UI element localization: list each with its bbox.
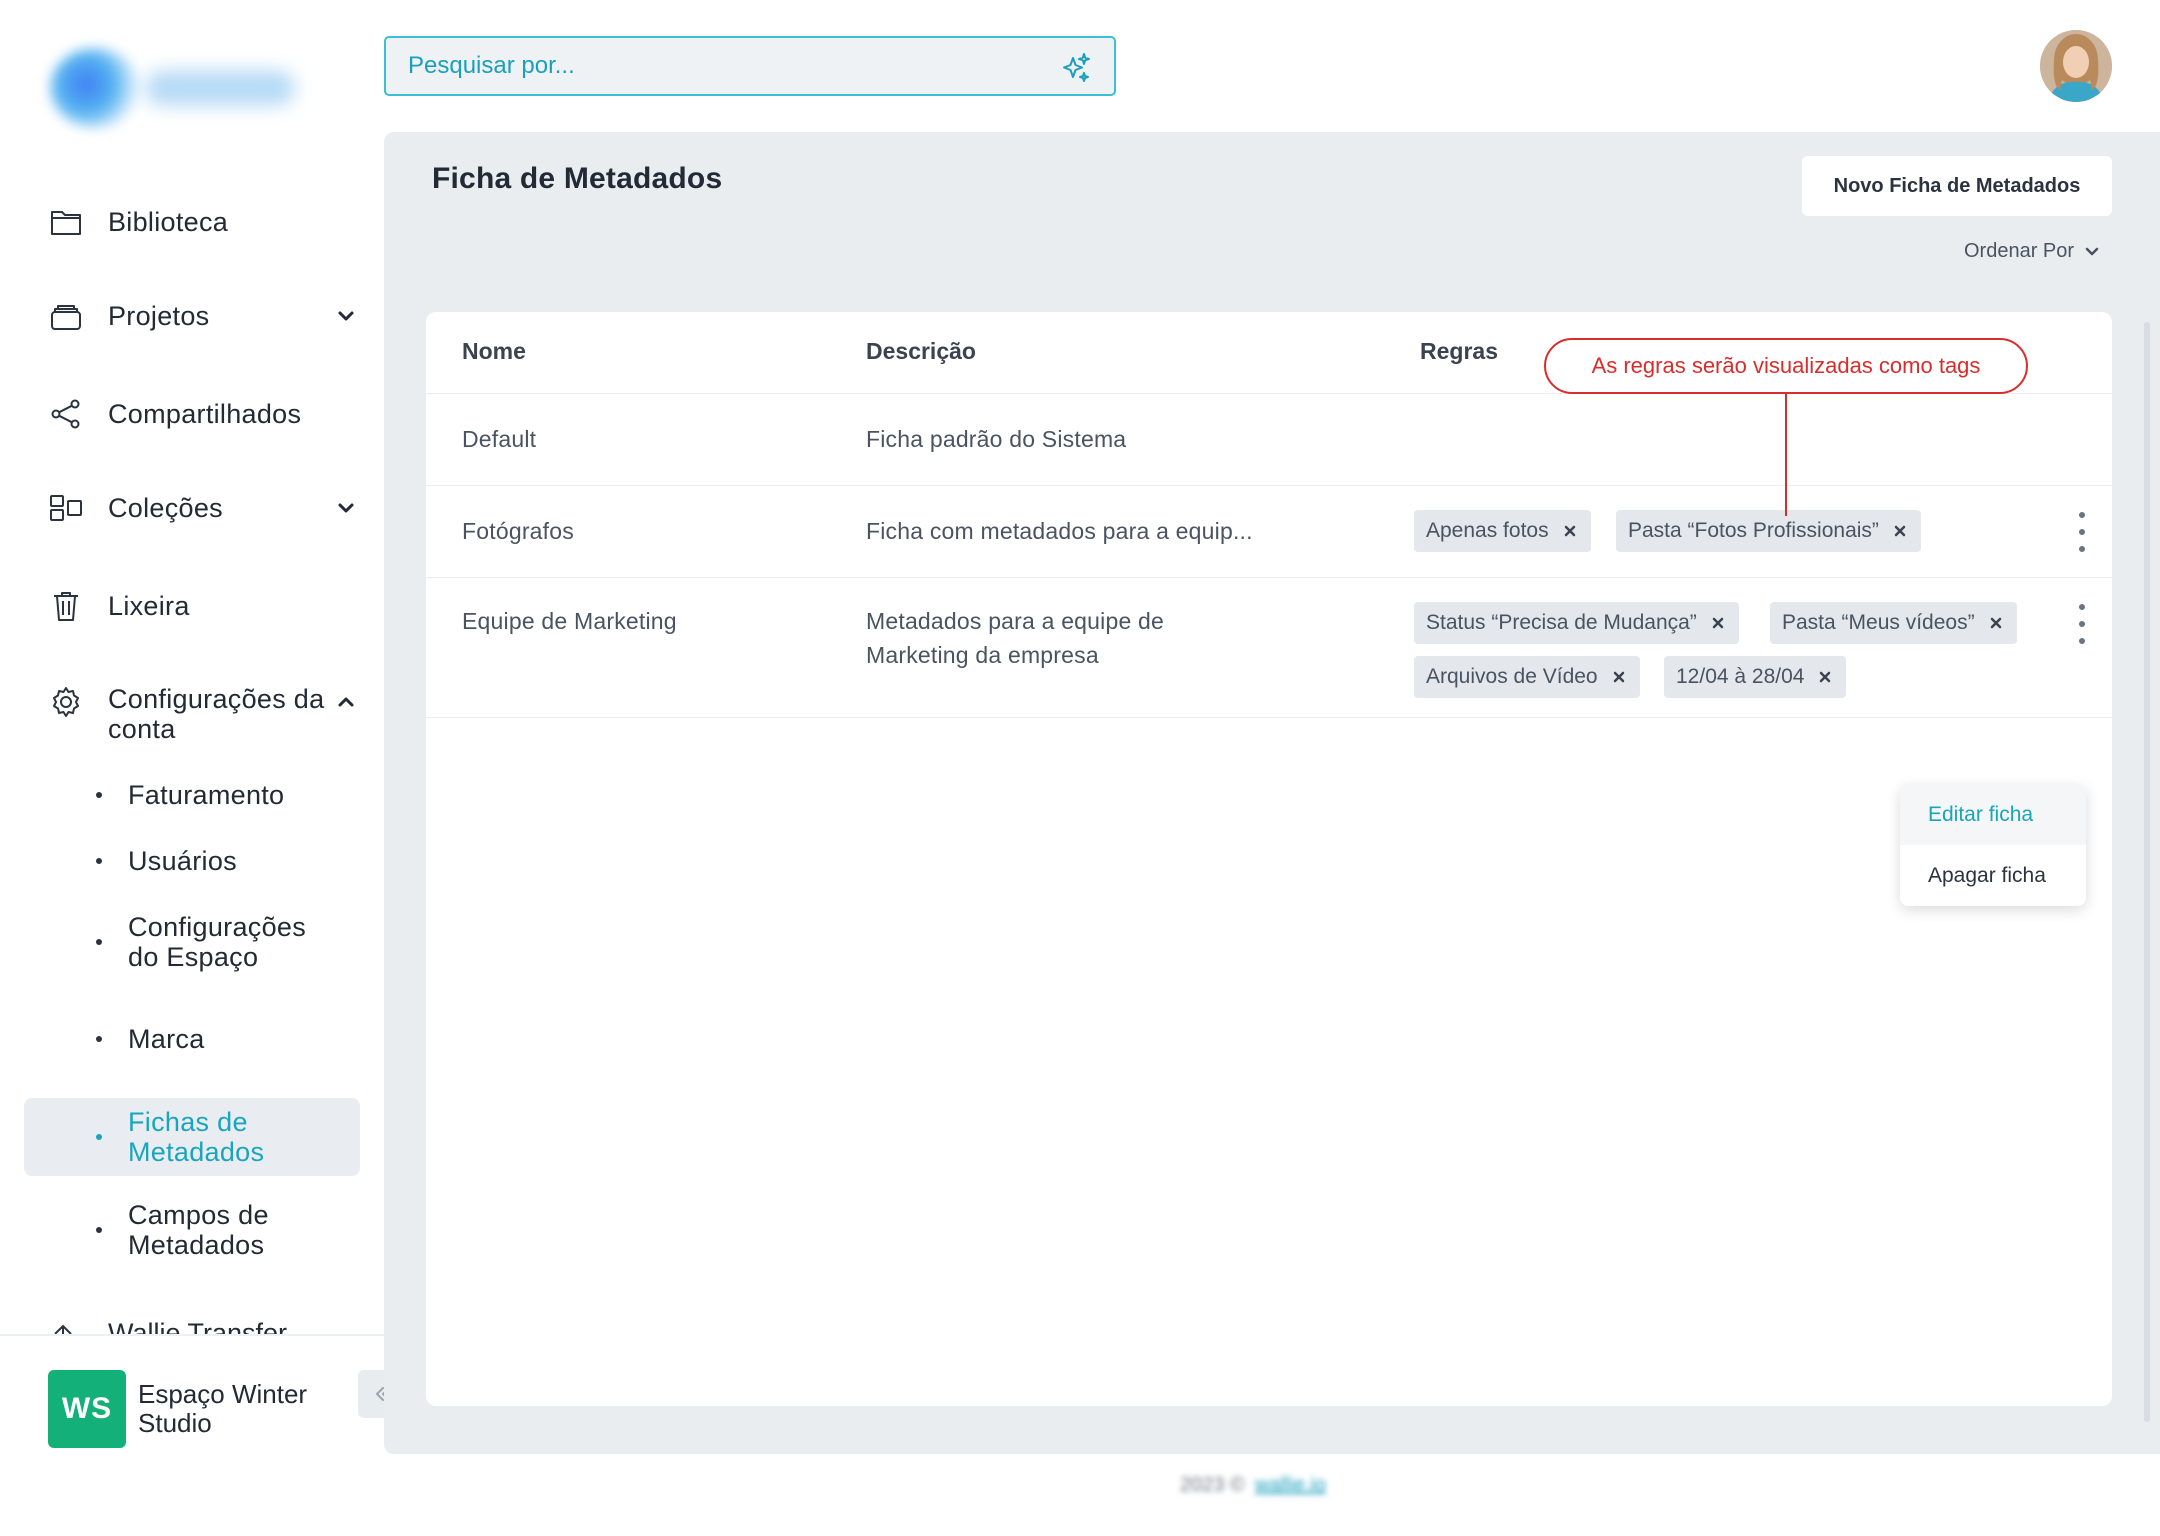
- bullet-icon: [96, 1036, 102, 1042]
- table-row[interactable]: Equipe de Marketing Metadados para a equ…: [426, 578, 2112, 718]
- callout-connector: [1785, 394, 1787, 516]
- rule-tag-label: Pasta “Fotos Profissionais”: [1628, 519, 1879, 542]
- sidebar-subitem-usuarios[interactable]: Usuários: [24, 846, 360, 876]
- workspace-name: Espaço Winter Studio: [138, 1379, 308, 1438]
- main-panel: Ficha de Metadados Novo Ficha de Metadad…: [384, 132, 2160, 1454]
- rule-tag-label: Arquivos de Vídeo: [1426, 665, 1598, 688]
- rule-tag[interactable]: Pasta “Meus vídeos”: [1770, 602, 2017, 644]
- sidebar-item-label: Projetos: [108, 301, 210, 331]
- sidebar-subitem-label: Fichas de Metadados: [128, 1107, 265, 1167]
- chevron-down-icon[interactable]: [334, 304, 358, 328]
- sidebar-item-biblioteca[interactable]: Biblioteca: [48, 204, 358, 240]
- bullet-icon: [96, 1134, 102, 1140]
- footer-brand-link[interactable]: wallie.io: [1255, 1474, 1326, 1497]
- cell-description: Ficha padrão do Sistema: [866, 426, 1127, 452]
- menu-item-delete[interactable]: Apagar ficha: [1900, 845, 2086, 906]
- sort-dropdown[interactable]: Ordenar Por: [1964, 240, 2102, 263]
- close-icon[interactable]: [1893, 524, 1907, 538]
- footer-copyright: 2023 ©: [1180, 1474, 1245, 1496]
- sidebar-subitem-faturamento[interactable]: Faturamento: [24, 780, 360, 810]
- sidebar-item-label: Biblioteca: [108, 207, 229, 237]
- annotation-callout: As regras serão visualizadas como tags: [1544, 338, 2028, 394]
- rule-tag-label: Status “Precisa de Mudança”: [1426, 611, 1697, 634]
- gear-icon: [48, 684, 84, 720]
- share-icon: [48, 396, 84, 432]
- sidebar-item-label: Lixeira: [108, 591, 190, 621]
- sidebar-subitem-marca[interactable]: Marca: [24, 1024, 360, 1054]
- ai-sparkle-icon[interactable]: [1060, 52, 1092, 84]
- folder-icon: [48, 204, 84, 240]
- sidebar-item-label: Coleções: [108, 493, 223, 523]
- sidebar-subitem-campos-metadados[interactable]: Campos de Metadados: [24, 1200, 360, 1260]
- user-avatar[interactable]: [2040, 30, 2112, 102]
- rule-tag[interactable]: Apenas fotos: [1414, 510, 1591, 552]
- rule-tag-label: Pasta “Meus vídeos”: [1782, 611, 1975, 634]
- table-row[interactable]: Default Ficha padrão do Sistema: [426, 394, 2112, 486]
- app-logo[interactable]: [40, 40, 300, 130]
- scrollbar[interactable]: [2144, 322, 2150, 1422]
- trash-icon: [48, 588, 84, 624]
- close-icon[interactable]: [1989, 616, 2003, 630]
- sidebar-subitem-label: Marca: [128, 1024, 205, 1054]
- search-bar[interactable]: [384, 36, 1116, 96]
- collections-icon: [48, 490, 84, 526]
- sidebar-item-configuracoes[interactable]: Configurações da conta: [48, 684, 358, 744]
- row-actions-kebab-icon[interactable]: [2078, 512, 2086, 552]
- sort-label: Ordenar Por: [1964, 240, 2075, 262]
- rule-tag[interactable]: Status “Precisa de Mudança”: [1414, 602, 1739, 644]
- bullet-icon: [96, 858, 102, 864]
- stack-icon: [48, 298, 84, 334]
- cell-name: Equipe de Marketing: [462, 608, 677, 634]
- workspace-avatar: WS: [48, 1370, 126, 1448]
- column-header-descricao: Descrição: [866, 338, 976, 364]
- sidebar-item-label: Compartilhados: [108, 399, 302, 429]
- sidebar-subitem-label: Faturamento: [128, 780, 285, 810]
- column-header-regras: Regras: [1420, 338, 1498, 364]
- sidebar-subitem-configuracoes-espaco[interactable]: Configurações do Espaço: [24, 912, 360, 972]
- sidebar-item-compartilhados[interactable]: Compartilhados: [48, 396, 358, 432]
- rule-tag[interactable]: 12/04 à 28/04: [1664, 656, 1847, 698]
- sidebar-item-projetos[interactable]: Projetos: [48, 298, 358, 334]
- cell-name: Default: [462, 426, 537, 452]
- cell-description: Metadados para a equipe de Marketing da …: [866, 608, 1165, 668]
- footer: 2023 © wallie.io: [1180, 1474, 1326, 1497]
- sidebar-subitem-label: Usuários: [128, 846, 237, 876]
- column-header-nome: Nome: [462, 338, 526, 364]
- search-input[interactable]: [386, 52, 1026, 80]
- table-row[interactable]: Fotógrafos Ficha com metadados para a eq…: [426, 486, 2112, 578]
- rule-tag-label: 12/04 à 28/04: [1676, 665, 1805, 688]
- close-icon[interactable]: [1711, 616, 1725, 630]
- sidebar-subitem-fichas-metadados[interactable]: Fichas de Metadados: [24, 1098, 360, 1176]
- chevron-up-icon[interactable]: [334, 690, 358, 714]
- menu-item-edit[interactable]: Editar ficha: [1900, 784, 2086, 845]
- workspace-switcher[interactable]: WS Espaço Winter Studio: [48, 1370, 338, 1448]
- chevron-down-icon[interactable]: [334, 496, 358, 520]
- new-metadata-sheet-button[interactable]: Novo Ficha de Metadados: [1802, 156, 2112, 216]
- row-context-menu: Editar ficha Apagar ficha: [1900, 784, 2086, 906]
- cell-description: Ficha com metadados para a equip...: [866, 518, 1253, 544]
- sidebar-divider: [0, 1334, 384, 1336]
- bullet-icon: [96, 939, 102, 945]
- sidebar-item-label: Configurações da conta: [108, 684, 325, 744]
- bullet-icon: [96, 1227, 102, 1233]
- rule-tag-label: Apenas fotos: [1426, 519, 1549, 542]
- row-actions-kebab-icon[interactable]: [2078, 604, 2086, 644]
- close-icon[interactable]: [1563, 524, 1577, 538]
- rule-tag[interactable]: Pasta “Fotos Profissionais”: [1616, 510, 1921, 552]
- chevron-down-icon: [2085, 247, 2099, 255]
- metadata-table: Nome Descrição Regras Default Ficha padr…: [426, 312, 2112, 1406]
- close-icon[interactable]: [1612, 670, 1626, 684]
- close-icon[interactable]: [1818, 670, 1832, 684]
- sidebar-subitem-label: Configurações do Espaço: [128, 912, 307, 972]
- bullet-icon: [96, 792, 102, 798]
- sidebar-item-colecoes[interactable]: Coleções: [48, 490, 358, 526]
- page-title: Ficha de Metadados: [432, 162, 723, 195]
- rule-tag[interactable]: Arquivos de Vídeo: [1414, 656, 1640, 698]
- sidebar-item-lixeira[interactable]: Lixeira: [48, 588, 358, 624]
- sidebar-subitem-label: Campos de Metadados: [128, 1200, 269, 1260]
- cell-name: Fotógrafos: [462, 518, 574, 544]
